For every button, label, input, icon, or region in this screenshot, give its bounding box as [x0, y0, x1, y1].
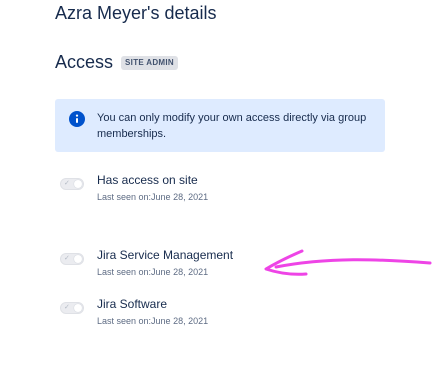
site-admin-badge: SITE ADMIN	[121, 55, 178, 70]
check-icon: ✓	[64, 255, 70, 262]
jira-software-toggle[interactable]: ✓	[60, 302, 84, 314]
access-section-header: Access SITE ADMIN	[55, 52, 178, 73]
check-icon: ✓	[64, 180, 70, 187]
access-item-title: Jira Software	[97, 297, 168, 311]
info-icon	[69, 111, 85, 127]
site-access-toggle[interactable]: ✓	[60, 178, 84, 190]
last-seen-label: Last seen on:	[97, 267, 152, 277]
last-seen-text: Last seen on:June 28, 2021	[97, 316, 208, 326]
jira-service-management-toggle[interactable]: ✓	[60, 253, 84, 265]
last-seen-label: Last seen on:	[97, 316, 152, 326]
user-details-page: Azra Meyer's details Access SITE ADMIN Y…	[0, 0, 440, 371]
toggle-knob	[74, 255, 82, 263]
info-banner: You can only modify your own access dire…	[55, 99, 385, 152]
last-seen-date: June 28, 2021	[151, 267, 209, 277]
last-seen-label: Last seen on:	[97, 192, 152, 202]
check-icon: ✓	[64, 304, 70, 311]
access-item-title: Jira Service Management	[97, 248, 234, 262]
last-seen-text: Last seen on:June 28, 2021	[97, 267, 208, 277]
last-seen-date: June 28, 2021	[151, 316, 209, 326]
last-seen-date: June 28, 2021	[151, 192, 209, 202]
last-seen-text: Last seen on:June 28, 2021	[97, 192, 208, 202]
access-heading: Access	[55, 52, 114, 72]
info-message: You can only modify your own access dire…	[97, 112, 367, 140]
arrow-left-annotation-icon	[264, 249, 432, 276]
toggle-knob	[74, 180, 82, 188]
access-item-title: Has access on site	[97, 173, 198, 187]
toggle-knob	[74, 304, 82, 312]
page-title: Azra Meyer's details	[55, 3, 217, 23]
